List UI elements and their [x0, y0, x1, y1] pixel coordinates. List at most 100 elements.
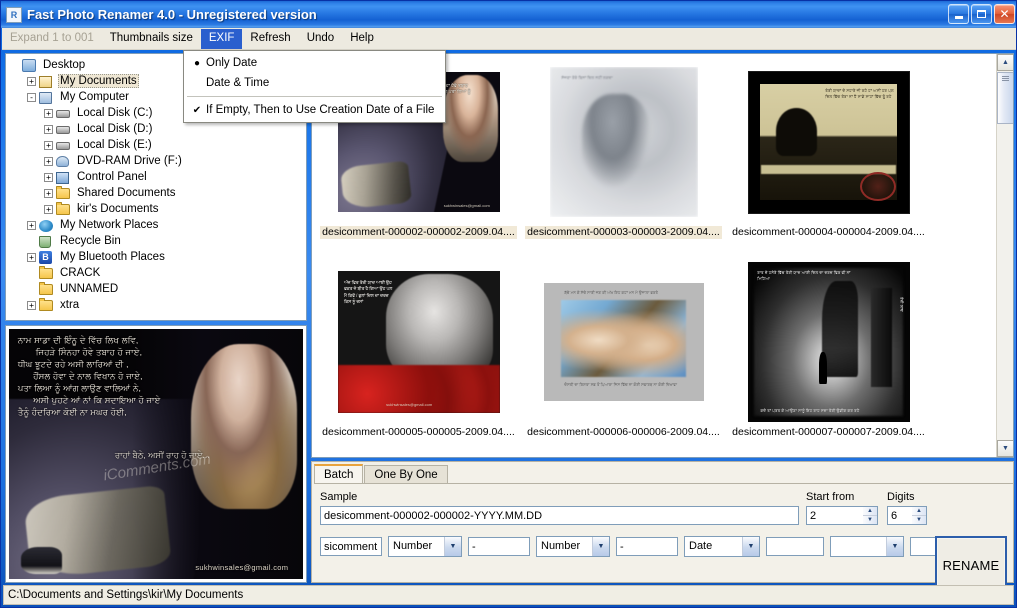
- digits-input[interactable]: 6: [887, 506, 912, 525]
- chevron-down-icon[interactable]: ▼: [742, 537, 759, 556]
- tree-node-label: Recycle Bin: [60, 235, 121, 247]
- tree-node-my-network-places[interactable]: + My Network Places: [10, 217, 306, 233]
- tree-node-local-disk-d[interactable]: + Local Disk (D:): [10, 121, 306, 137]
- chevron-down-icon: ▼: [1002, 445, 1009, 452]
- tab-batch[interactable]: Batch: [314, 464, 364, 483]
- menu-exif[interactable]: EXIF: [200, 28, 243, 49]
- pattern-token-4-select[interactable]: ▼: [830, 536, 904, 557]
- start-from-stepper[interactable]: 2 ▲ ▼: [806, 506, 878, 525]
- thumbnail-item[interactable]: ਤੇਰੀ ਯਾਦਾਂ ਦੇ ਸਹਾਰੇ ਜੀ ਰਹੇ ਹਾਂ ਅਸੀਂ ਹਰ ਪ…: [726, 58, 931, 258]
- menu-expand-1-to-001[interactable]: Expand 1 to 001: [2, 29, 102, 49]
- menu-item-date-and-time[interactable]: Date & Time: [184, 73, 445, 93]
- spin-down-icon[interactable]: ▼: [912, 516, 926, 524]
- menu-separator: [187, 96, 442, 97]
- pattern-sep-1-input[interactable]: -: [468, 537, 530, 556]
- disk-icon-glyph: [56, 125, 70, 134]
- tree-node-kir-s-documents[interactable]: + kir's Documents: [10, 201, 306, 217]
- tree-node-dvd-ram-drive-f[interactable]: + DVD-RAM Drive (F:): [10, 153, 306, 169]
- thumbnail-item[interactable]: ਰਾਤ ਦੇ ਹਨੇਰੇ ਵਿੱਚ ਤੇਰੀ ਯਾਦ ਆਈ ਦਿਲ ਦਾ ਦਰਦ…: [726, 258, 931, 457]
- digits-label: Digits: [887, 491, 915, 503]
- thumbnail-caption: desicomment-000005-000005-2009.04....: [322, 426, 515, 438]
- tree-node-recycle-bin[interactable]: Recycle Bin: [10, 233, 306, 249]
- tree-node-control-panel[interactable]: + Control Panel: [10, 169, 306, 185]
- expand-icon[interactable]: +: [44, 140, 53, 150]
- thumbnail-caption: desicomment-000003-000003-2009.04....: [525, 226, 722, 239]
- pattern-token-3-select[interactable]: Date ▼: [684, 536, 760, 557]
- chevron-down-icon[interactable]: ▼: [886, 537, 903, 556]
- expand-icon[interactable]: +: [27, 252, 36, 262]
- pattern-row: sicomment Number ▼ - Number ▼ - Date ▼ ▼: [320, 536, 1005, 557]
- expand-icon[interactable]: +: [27, 76, 36, 86]
- maximize-button[interactable]: [971, 4, 992, 24]
- collapse-icon[interactable]: -: [27, 92, 36, 102]
- art-text-bottom: ਦੋਸਤੀ ਦਾ ਰਿਸ਼ਤਾ ਸਭ ਤੋਂ ਪਿਆਰਾ ਜਿਸ ਵਿੱਚ ਨਾ…: [564, 381, 678, 387]
- scroll-up-button[interactable]: ▲: [997, 54, 1013, 71]
- expand-icon[interactable]: +: [44, 108, 53, 118]
- pattern-sep-3-input[interactable]: [766, 537, 824, 556]
- thumbnail-item[interactable]: ਅੱਜ ਫਿਰ ਤੇਰੀ ਯਾਦ ਆਈ ਉਹ ਵਕਤ ਜੋ ਬੀਤ ਹੈ ਗਿਆ…: [316, 258, 521, 457]
- tab-strip: Batch One By One: [314, 464, 1013, 484]
- tree-node-label: Shared Documents: [77, 187, 176, 199]
- digits-spin-buttons[interactable]: ▲ ▼: [912, 506, 927, 525]
- pattern-sep-2-input[interactable]: -: [616, 537, 678, 556]
- folder-icon-glyph: [39, 297, 53, 311]
- thumbnail-row: ਅੱਜ ਫਿਰ ਤੇਰੀ ਯਾਦ ਆਈ ਉਹ ਵਕਤ ਜੋ ਬੀਤ ਹੈ ਗਿਆ…: [316, 258, 996, 457]
- start-from-input[interactable]: 2: [806, 506, 863, 525]
- bluetooth-icon: B: [39, 250, 55, 265]
- minimize-button[interactable]: [948, 4, 969, 24]
- expand-icon[interactable]: +: [44, 124, 53, 134]
- tree-node-crack[interactable]: CRACK: [10, 265, 306, 281]
- thumbnail-scrollbar[interactable]: ▲ ▼: [996, 54, 1013, 457]
- menu-help[interactable]: Help: [342, 29, 382, 49]
- folder-icon: [39, 297, 55, 313]
- tree-node-local-disk-e[interactable]: + Local Disk (E:): [10, 137, 306, 153]
- art-text-bottom: ਕਦੇ ਤਾਂ ਪਰਤ ਕੇ ਆਉਣਾ ਸਾਨੂੰ ਇਹ ਰਾਹ ਸਦਾ ਤੇਰ…: [760, 408, 860, 413]
- expand-icon[interactable]: +: [27, 300, 36, 310]
- chevron-down-icon[interactable]: ▼: [592, 537, 609, 556]
- expand-icon[interactable]: +: [44, 204, 53, 214]
- spin-up-icon[interactable]: ▲: [912, 507, 926, 516]
- expand-icon[interactable]: +: [27, 220, 36, 230]
- checkmark-icon: ✔: [192, 104, 202, 116]
- tree-node-my-bluetooth-places[interactable]: + B My Bluetooth Places: [10, 249, 306, 265]
- tree-node-label: CRACK: [60, 267, 101, 279]
- pattern-token-1-select[interactable]: Number ▼: [388, 536, 462, 557]
- tree-node-label: My Computer: [60, 91, 130, 103]
- scroll-down-button[interactable]: ▼: [997, 440, 1013, 457]
- spin-up-icon[interactable]: ▲: [863, 507, 877, 516]
- tree-node-label: My Network Places: [60, 219, 159, 231]
- sample-input[interactable]: desicomment-000002-000002-YYYY.MM.DD: [320, 506, 799, 525]
- dvd-drive-icon-glyph: [56, 155, 69, 167]
- menu-undo[interactable]: Undo: [299, 29, 343, 49]
- close-button[interactable]: ✕: [994, 4, 1015, 24]
- disk-icon-glyph: [56, 141, 70, 150]
- tree-node-xtra[interactable]: + xtra: [10, 297, 306, 313]
- expand-icon[interactable]: +: [44, 188, 53, 198]
- tree-node-unnamed[interactable]: UNNAMED: [10, 281, 306, 297]
- status-path: C:\Documents and Settings\kir\My Documen…: [8, 589, 244, 601]
- chevron-down-icon[interactable]: ▼: [444, 537, 461, 556]
- thumbnail-item[interactable]: ਬੱਚੇ ਮਨ ਕੇ ਸੱਚੇ ਸਾਰੀ ਜਗ ਕੀ ਅੱਖ ਇਹ ਕਹਾਂ ਮ…: [521, 258, 726, 457]
- pattern-prefix-input[interactable]: sicomment: [320, 537, 382, 556]
- thumbnail-image-wrap: ਅੱਜ ਫਿਰ ਤੇਰੀ ਯਾਦ ਆਈ ਉਹ ਵਕਤ ਜੋ ਬੀਤ ਹੈ ਗਿਆ…: [316, 258, 521, 426]
- art-text: ਅੱਜ ਫਿਰ ਤੇਰੀ ਯਾਦ ਆਈ ਉਹ ਵਕਤ ਜੋ ਬੀਤ ਹੈ ਗਿਆ…: [343, 279, 393, 305]
- tab-one-by-one[interactable]: One By One: [364, 465, 448, 483]
- menu-item-if-empty-use-creation-date[interactable]: ✔ If Empty, Then to Use Creation Date of…: [184, 100, 445, 120]
- thumbnail-image-wrap: ਰਾਤ ਦੇ ਹਨੇਰੇ ਵਿੱਚ ਤੇਰੀ ਯਾਦ ਆਈ ਦਿਲ ਦਾ ਦਰਦ…: [726, 258, 931, 426]
- exif-dropdown-menu[interactable]: ● Only Date Date & Time ✔ If Empty, Then…: [183, 50, 446, 123]
- spin-down-icon[interactable]: ▼: [863, 516, 877, 524]
- start-from-spin-buttons[interactable]: ▲ ▼: [863, 506, 878, 525]
- pattern-token-2-select[interactable]: Number ▼: [536, 536, 610, 557]
- batch-tab-content: Sample desicomment-000002-000002-YYYY.MM…: [312, 484, 1013, 594]
- menu-item-only-date[interactable]: ● Only Date: [184, 53, 445, 73]
- art-person: [340, 160, 413, 210]
- expand-icon[interactable]: +: [44, 172, 53, 182]
- tree-node-shared-documents[interactable]: + Shared Documents: [10, 185, 306, 201]
- digits-stepper[interactable]: 6 ▲ ▼: [887, 506, 927, 525]
- expand-icon[interactable]: +: [44, 156, 53, 166]
- preview-email-text: sukhwinsales@gmail.com: [195, 562, 289, 572]
- thumbnail-item[interactable]: ਸੱਜਣਾ ਤੇਰੇ ਬਿਨਾਂ ਦਿਲ ਨਹੀਂ ਲਗਦਾ desicomme…: [521, 58, 726, 258]
- menu-refresh[interactable]: Refresh: [242, 29, 298, 49]
- menu-thumbnails-size[interactable]: Thumbnails size: [102, 29, 201, 49]
